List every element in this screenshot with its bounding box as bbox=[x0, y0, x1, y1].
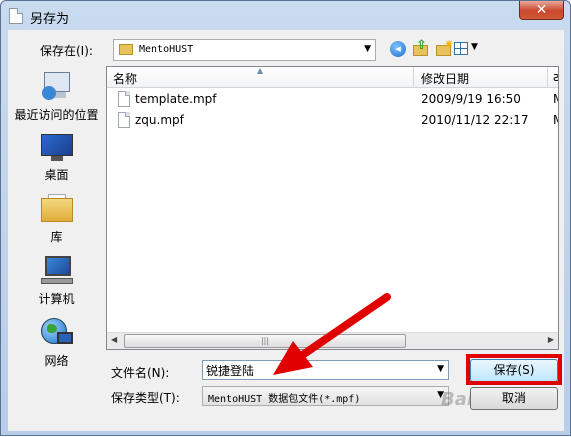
annotation-arrow bbox=[273, 293, 391, 375]
dialog-window: 另存为 ✕ 保存在(I): MentoHUST ▼ ◂ ⇧ ✷ ▼ 最近访问的位… bbox=[0, 0, 571, 436]
